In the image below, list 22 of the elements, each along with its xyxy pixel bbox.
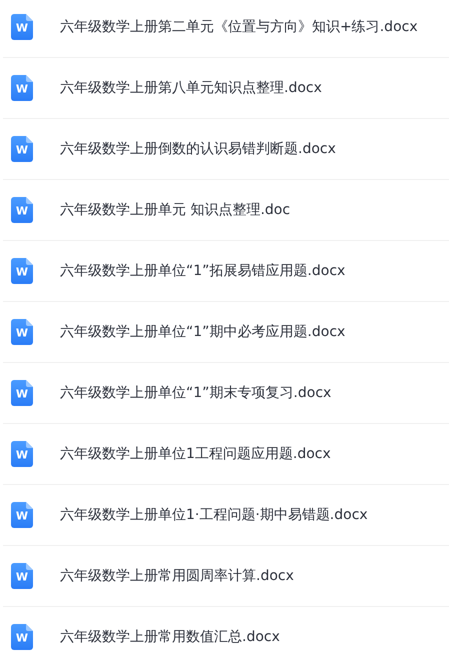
file-name[interactable]: 六年级数学上册单位1·工程问题·期中易错题.docx xyxy=(60,506,368,524)
word-file-icon: W xyxy=(11,441,33,467)
word-file-icon: W xyxy=(11,624,33,650)
file-name[interactable]: 六年级数学上册倒数的认识易错判断题.docx xyxy=(60,140,336,158)
word-file-icon: W xyxy=(11,380,33,406)
file-name[interactable]: 六年级数学上册单位“1”期中必考应用题.docx xyxy=(60,323,346,341)
file-name[interactable]: 六年级数学上册单位“1”期末专项复习.docx xyxy=(60,384,332,402)
file-name[interactable]: 六年级数学上册常用圆周率计算.docx xyxy=(60,567,294,585)
file-name[interactable]: 六年级数学上册单位“1”拓展易错应用题.docx xyxy=(60,262,346,280)
word-file-icon: W xyxy=(11,502,33,528)
file-name[interactable]: 六年级数学上册常用数值汇总.docx xyxy=(60,628,280,646)
word-file-icon: W xyxy=(11,136,33,162)
file-name[interactable]: 六年级数学上册第二单元《位置与方向》知识+练习.docx xyxy=(60,18,418,36)
word-file-icon: W xyxy=(11,14,33,40)
word-file-icon: W xyxy=(11,197,33,223)
word-file-icon: W xyxy=(11,75,33,101)
word-file-icon: W xyxy=(11,319,33,345)
file-name[interactable]: 六年级数学上册单位1工程问题应用题.docx xyxy=(60,445,331,463)
file-name[interactable]: 六年级数学上册第八单元知识点整理.docx xyxy=(60,79,322,97)
word-file-icon: W xyxy=(11,563,33,589)
word-file-icon: W xyxy=(11,258,33,284)
file-name[interactable]: 六年级数学上册单元 知识点整理.doc xyxy=(60,201,290,219)
